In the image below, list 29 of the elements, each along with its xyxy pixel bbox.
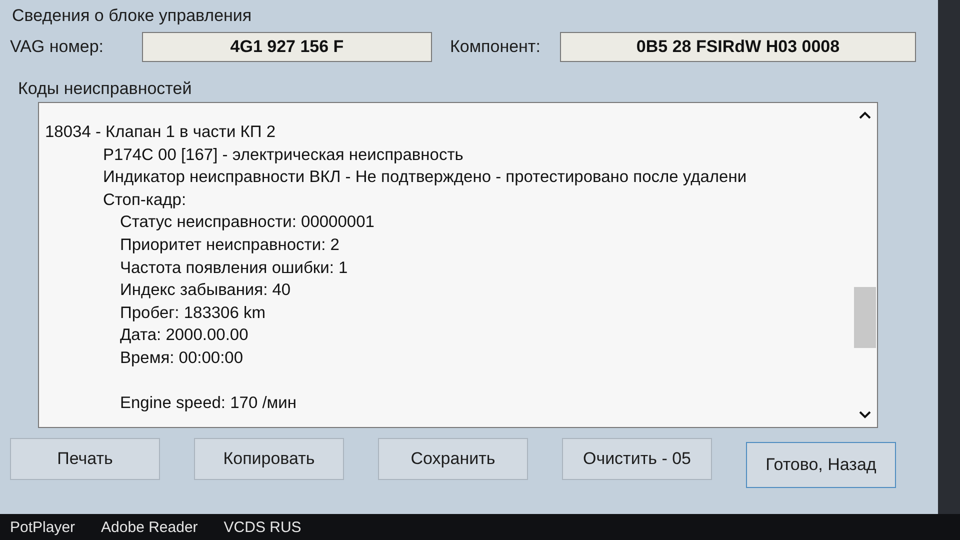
fault-line: Индикатор неисправности ВКЛ - Не подтверждено - протестировано после удалени <box>102 167 748 188</box>
dialog-button[interactable]: Сохранить <box>378 438 528 480</box>
fault-line: Частота появления ошибки: 1 <box>119 258 349 279</box>
field-label: VAG номер: <box>10 37 105 57</box>
scrollbar-thumb[interactable] <box>854 287 876 348</box>
dialog-button[interactable]: Очистить - 05 <box>562 438 712 480</box>
dialog-button[interactable]: Печать <box>10 438 160 480</box>
taskbar-item[interactable]: Adobe Reader <box>101 518 198 536</box>
fault-line: Пробег: 183306 km <box>119 302 266 324</box>
vag-number-field: 4G1 927 156 F <box>142 32 432 62</box>
fault-line: Приоритет неисправности: 2 <box>119 234 340 256</box>
dialog-button[interactable]: Готово, Назад <box>746 442 896 488</box>
fault-line: Время: 00:00:00 <box>119 348 244 369</box>
dialog-button[interactable]: Копировать <box>194 438 344 480</box>
fault-line: Engine speed: 170 /мин <box>119 392 298 414</box>
fault-line: Индекс забывания: 40 <box>119 280 292 302</box>
field-label: Компонент: <box>450 37 542 57</box>
fault-line: 18034 - Клапан 1 в части КП 2 <box>45 122 276 143</box>
fault-line: Стоп-кадр: <box>102 190 188 211</box>
component-field: 0B5 28 FSIRdW H03 0008 <box>560 32 916 62</box>
scroll-up-icon[interactable] <box>859 111 871 119</box>
fault-line: Статус неисправности: 00000001 <box>119 212 376 234</box>
fault-line: Дата: 2000.00.00 <box>119 325 250 346</box>
scroll-down-icon[interactable] <box>859 411 871 419</box>
fault-line: P174C 00 [167] - электрическая неисправность <box>102 144 464 166</box>
section-title: Сведения о блоке управления <box>12 6 253 26</box>
taskbar-item[interactable]: VCDS RUS <box>224 518 302 536</box>
section-title: Коды неисправностей <box>18 79 193 99</box>
taskbar-item[interactable]: PotPlayer <box>10 518 76 536</box>
